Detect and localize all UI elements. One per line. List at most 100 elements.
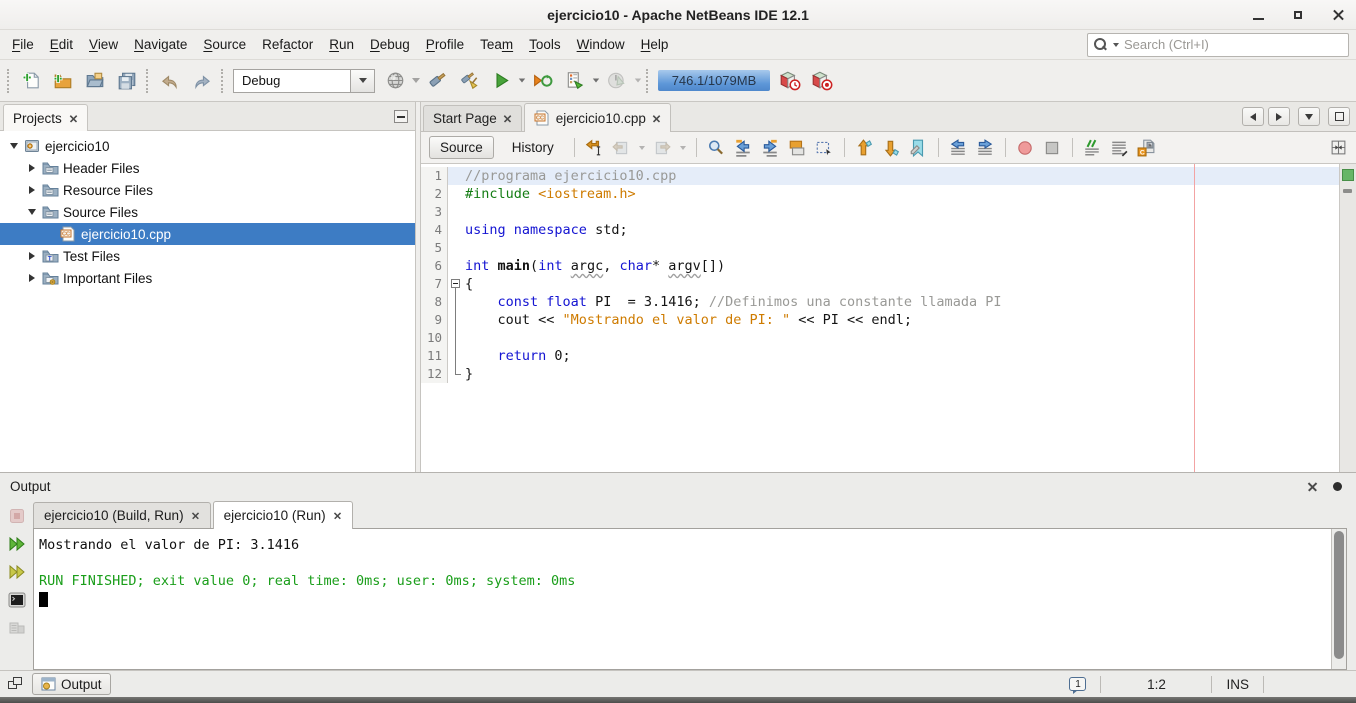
expand-arrow-icon[interactable] bbox=[24, 186, 40, 194]
code-editor[interactable]: 1//programa ejercicio10.cpp2#include <io… bbox=[421, 164, 1356, 472]
menu-item-tools[interactable]: Tools bbox=[521, 33, 569, 56]
menu-item-profile[interactable]: Profile bbox=[418, 33, 472, 56]
search-icon[interactable] bbox=[1092, 37, 1110, 53]
code-line-4[interactable]: 4using namespace std; bbox=[421, 221, 1339, 239]
history-view-button[interactable]: History bbox=[502, 137, 564, 158]
terminal-icon[interactable] bbox=[7, 590, 27, 610]
code-line-11[interactable]: 11 return 0; bbox=[421, 347, 1339, 365]
code-line-6[interactable]: 6int main(int argc, char* argv[]) bbox=[421, 257, 1339, 275]
output-window-button[interactable]: Output bbox=[32, 673, 111, 695]
error-stripe[interactable] bbox=[1339, 164, 1356, 472]
code-line-7[interactable]: 7{ bbox=[421, 275, 1339, 293]
code-line-5[interactable]: 5 bbox=[421, 239, 1339, 257]
code-fold-icon[interactable] bbox=[448, 275, 465, 293]
scrollbar-thumb[interactable] bbox=[1334, 531, 1344, 659]
caret-stripe-mark[interactable] bbox=[1343, 189, 1352, 193]
close-icon[interactable] bbox=[192, 512, 199, 519]
collapse-arrow-icon[interactable] bbox=[6, 143, 22, 149]
menu-item-debug[interactable]: Debug bbox=[362, 33, 418, 56]
code-line-12[interactable]: 12} bbox=[421, 365, 1339, 383]
tab-start-page[interactable]: Start Page bbox=[423, 105, 522, 131]
line-number[interactable]: 2 bbox=[421, 185, 448, 203]
close-icon[interactable] bbox=[504, 115, 511, 122]
last-edit-location-icon[interactable] bbox=[585, 138, 604, 157]
line-number[interactable]: 1 bbox=[421, 167, 448, 185]
tab-run[interactable]: ejercicio10 (Run) bbox=[213, 501, 353, 529]
expand-arrow-icon[interactable] bbox=[24, 164, 40, 172]
tab-ejercicio10-cpp[interactable]: CC ejercicio10.cpp bbox=[524, 103, 671, 132]
undock-icon[interactable] bbox=[6, 676, 24, 692]
comment-icon[interactable] bbox=[1083, 138, 1102, 157]
new-file-button[interactable] bbox=[16, 66, 46, 96]
toggle-highlight-icon[interactable] bbox=[788, 138, 807, 157]
code-line-3[interactable]: 3 bbox=[421, 203, 1339, 221]
tab-list-dropdown-button[interactable] bbox=[1298, 107, 1320, 126]
maximize-icon[interactable] bbox=[1290, 7, 1306, 23]
menu-item-edit[interactable]: Edit bbox=[42, 33, 81, 56]
tree-item-header-files[interactable]: Header Files bbox=[0, 157, 415, 179]
combo-dropdown-icon[interactable] bbox=[351, 69, 375, 93]
menu-item-refactor[interactable]: Refactor bbox=[254, 33, 321, 56]
globe-button[interactable] bbox=[380, 66, 410, 96]
maximize-editor-button[interactable] bbox=[1328, 107, 1350, 126]
tree-item-source-files[interactable]: Source Files bbox=[0, 201, 415, 223]
close-icon[interactable] bbox=[653, 114, 660, 121]
rectangular-selection-icon[interactable] bbox=[815, 138, 834, 157]
tree-item-important-files[interactable]: Important Files bbox=[0, 267, 415, 289]
save-all-button[interactable] bbox=[112, 66, 142, 96]
shift-line-right-icon[interactable] bbox=[976, 138, 995, 157]
line-number[interactable]: 12 bbox=[421, 365, 448, 383]
toolbar-drag-handle[interactable] bbox=[7, 69, 12, 93]
start-macro-recording-icon[interactable] bbox=[1016, 138, 1035, 157]
close-icon[interactable] bbox=[334, 512, 341, 519]
toolbar-drag-handle[interactable] bbox=[221, 69, 226, 93]
line-number[interactable]: 11 bbox=[421, 347, 448, 365]
project-configuration-value[interactable]: Debug bbox=[233, 69, 351, 93]
close-icon[interactable] bbox=[1330, 7, 1346, 23]
menu-item-run[interactable]: Run bbox=[321, 33, 362, 56]
source-view-button[interactable]: Source bbox=[429, 136, 494, 159]
rerun-icon[interactable] bbox=[7, 534, 27, 554]
code-line-9[interactable]: 9 cout << "Mostrando el valor de PI: " <… bbox=[421, 311, 1339, 329]
run-project-button[interactable] bbox=[486, 66, 516, 96]
stop-macro-recording-icon[interactable] bbox=[1043, 138, 1062, 157]
minimize-panel-icon[interactable] bbox=[394, 110, 408, 123]
previous-bookmark-icon[interactable] bbox=[855, 138, 874, 157]
tree-item-ejercicio10-cpp[interactable]: CCejercicio10.cpp bbox=[0, 223, 415, 245]
build-project-button[interactable] bbox=[422, 66, 452, 96]
toggle-bookmark-icon[interactable] bbox=[909, 138, 928, 157]
search-box[interactable] bbox=[1087, 33, 1349, 57]
memory-indicator[interactable]: 746.1/1079MB bbox=[658, 70, 770, 91]
run-dropdown-icon[interactable] bbox=[517, 66, 527, 96]
collapse-arrow-icon[interactable] bbox=[24, 209, 40, 215]
line-number[interactable]: 7 bbox=[421, 275, 448, 293]
insert-mode-indicator[interactable]: INS bbox=[1212, 677, 1263, 692]
tree-item-ejercicio10[interactable]: ejercicio10 bbox=[0, 135, 415, 157]
profiler-snapshot-record-button[interactable] bbox=[807, 66, 837, 96]
output-console[interactable]: Mostrando el valor de PI: 3.1416RUN FINI… bbox=[33, 528, 1347, 670]
line-number[interactable]: 4 bbox=[421, 221, 448, 239]
scroll-tabs-left-button[interactable] bbox=[1242, 107, 1264, 126]
shift-line-left-icon[interactable] bbox=[949, 138, 968, 157]
scroll-tabs-right-button[interactable] bbox=[1268, 107, 1290, 126]
line-number[interactable]: 8 bbox=[421, 293, 448, 311]
menu-item-window[interactable]: Window bbox=[569, 33, 633, 56]
search-input[interactable] bbox=[1124, 37, 1344, 52]
profiler-snapshot-clock-button[interactable] bbox=[775, 66, 805, 96]
menu-item-file[interactable]: File bbox=[4, 33, 42, 56]
close-icon[interactable] bbox=[70, 114, 77, 121]
expand-arrow-icon[interactable] bbox=[24, 274, 40, 282]
profile-dropdown-icon[interactable] bbox=[591, 66, 601, 96]
find-previous-icon[interactable] bbox=[734, 138, 753, 157]
toggle-header-source-icon[interactable]: hC bbox=[1137, 138, 1156, 157]
profile-project-button[interactable] bbox=[560, 66, 590, 96]
code-line-10[interactable]: 10 bbox=[421, 329, 1339, 347]
close-output-icon[interactable] bbox=[1308, 482, 1317, 491]
line-number[interactable]: 5 bbox=[421, 239, 448, 257]
split-document-icon[interactable] bbox=[1329, 138, 1348, 157]
project-configuration-combo[interactable]: Debug bbox=[233, 69, 375, 93]
line-number[interactable]: 9 bbox=[421, 311, 448, 329]
menu-item-team[interactable]: Team bbox=[472, 33, 521, 56]
notifications-icon[interactable]: 1 bbox=[1069, 677, 1086, 691]
debug-project-button[interactable] bbox=[528, 66, 558, 96]
